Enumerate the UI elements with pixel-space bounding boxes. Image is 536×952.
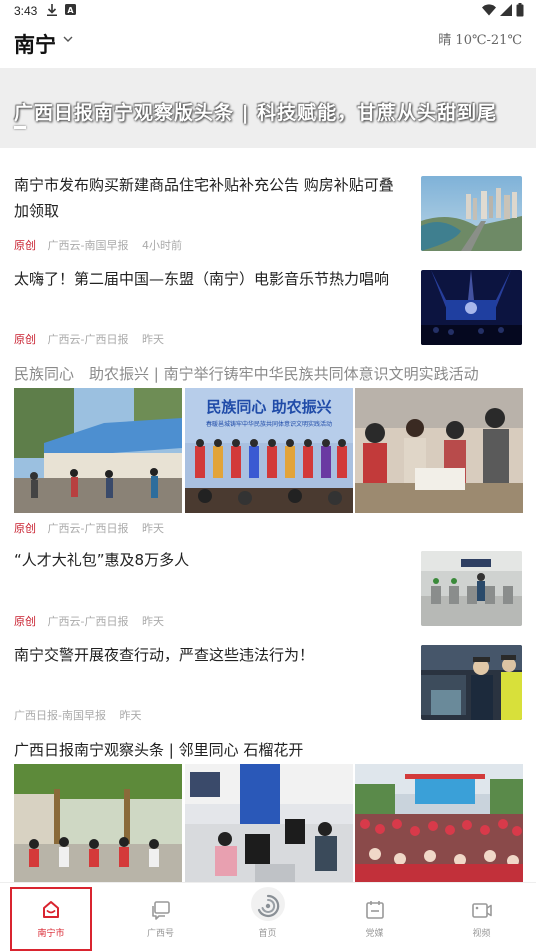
svg-text:A: A — [68, 6, 75, 15]
nav-label: 党媒 — [365, 929, 384, 939]
nav-video[interactable]: 视频 — [428, 883, 535, 952]
nav-label: 视频 — [472, 929, 491, 939]
courtyard-gathering-photo — [14, 764, 182, 889]
news-title: “人才大礼包”惠及8万多人 — [14, 551, 190, 569]
original-tag: 原创 — [14, 239, 36, 252]
news-title: 南宁市发布购买新建商品住宅补贴补充公告 购房补贴可叠 加领取 — [14, 172, 414, 224]
news-source: 广西日报-南国早报 — [14, 709, 106, 722]
news-meta: 原创 广西云-广西日报 昨天 — [14, 520, 164, 536]
news-meta: 原创 广西云-广西日报 昨天 — [14, 613, 164, 629]
chevron-down-icon[interactable] — [62, 33, 74, 45]
news-title: 南宁交警开展夜查行动，严查这些违法行为！ — [14, 646, 315, 664]
nav-label: 南宁市 — [37, 929, 65, 939]
news-item[interactable]: 南宁交警开展夜查行动，严查这些违法行为！ 广西日报-南国早报 昨天 — [0, 640, 536, 730]
news-item[interactable]: 南宁市发布购买新建商品住宅补贴补充公告 购房补贴可叠 加领取 原创 广西云-南国… — [0, 170, 536, 260]
header: 南宁 晴 10℃-21℃ — [0, 24, 536, 64]
news-time: 昨天 — [119, 709, 142, 722]
city-home-icon — [43, 901, 59, 918]
nav-home[interactable]: 首页 — [214, 883, 321, 952]
nav-nanning[interactable]: 南宁市 — [10, 887, 92, 951]
news-time: 昨天 — [141, 615, 164, 628]
bottom-nav: 南宁市 广西号 首页 党媒 视频 — [0, 882, 536, 952]
wifi-icon — [482, 4, 496, 19]
status-bar: 3:43 A — [0, 0, 536, 22]
metro-gates-photo — [421, 551, 522, 626]
calendar-icon — [365, 901, 384, 919]
gallery-banner-text: 民族同心 助农振兴 — [206, 398, 331, 416]
news-source: 广西云-广西日报 — [47, 333, 129, 346]
market-tents-photo — [14, 388, 182, 513]
news-item[interactable]: 太嗨了！第二届中国—东盟（南宁）电影音乐节热力唱响 原创 广西云-广西日报 昨天 — [0, 264, 536, 354]
banner-dash — [14, 126, 26, 129]
download-icon — [47, 3, 58, 19]
nav-party-media[interactable]: 党媒 — [321, 883, 428, 952]
news-title-line: 南宁市发布购买新建商品住宅补贴补充公告 购房补贴可叠 — [14, 176, 394, 194]
news-item[interactable]: “人才大礼包”惠及8万多人 原创 广西云-广西日报 昨天 — [0, 545, 536, 635]
gallery-title: 广西日报南宁观察头条 | 邻里同心 石榴花开 — [14, 741, 304, 759]
news-title-line: 加领取 — [14, 202, 60, 220]
headline-banner[interactable]: 广西日报南宁观察版头条 | 科技赋能，甘蔗从头甜到尾 — [0, 68, 536, 148]
status-time: 3:43 — [14, 4, 38, 18]
chat-cards-icon — [151, 901, 170, 920]
news-meta: 原创 广西云-广西日报 昨天 — [14, 331, 164, 347]
original-tag: 原创 — [14, 522, 36, 535]
news-time: 昨天 — [141, 522, 164, 535]
a-badge-icon: A — [65, 4, 77, 18]
news-meta: 广西日报-南国早报 昨天 — [14, 707, 141, 723]
ethnic-performers-photo: 民族同心 助农振兴 春暖邕城铸牢中华民族共同体意识文明实践活动 — [185, 388, 353, 513]
concert-stage-photo — [421, 270, 522, 345]
news-gallery-item[interactable]: 民族同心 助农振兴 | 南宁举行铸牢中华民族共同体意识文明实践活动 民族同心 助… — [0, 360, 536, 540]
news-time: 昨天 — [141, 333, 164, 346]
news-source: 广西云-广西日报 — [47, 615, 129, 628]
signal-icon — [500, 4, 512, 19]
crowd-stalls-photo — [355, 388, 523, 513]
city-river-photo — [421, 176, 522, 251]
news-title: 太嗨了！第二届中国—东盟（南宁）电影音乐节热力唱响 — [14, 270, 390, 288]
banner-headline: 广西日报南宁观察版头条 | 科技赋能，甘蔗从头甜到尾 — [14, 102, 498, 124]
weather-info: 晴 10℃-21℃ — [438, 33, 522, 48]
news-source: 广西云-广西日报 — [47, 522, 129, 535]
original-tag: 原创 — [14, 615, 36, 628]
city-selector[interactable]: 南宁 — [14, 29, 56, 59]
square-dance-photo — [355, 764, 523, 889]
video-icon — [471, 903, 492, 918]
swirl-logo-icon — [257, 894, 279, 918]
nav-label: 首页 — [258, 929, 277, 939]
news-gallery-item[interactable]: 广西日报南宁观察头条 | 邻里同心 石榴花开 — [0, 737, 536, 889]
battery-icon — [516, 3, 524, 20]
gallery-title: 民族同心 助农振兴 | 南宁举行铸牢中华民族共同体意识文明实践活动 — [14, 365, 479, 383]
nav-guangxi-hao[interactable]: 广西号 — [107, 883, 214, 952]
news-meta: 原创 广西云-南国早报 4小时前 — [14, 237, 182, 253]
gallery-banner-subtitle: 春暖邕城铸牢中华民族共同体意识文明实践活动 — [206, 420, 332, 428]
news-source: 广西云-南国早报 — [47, 239, 129, 252]
original-tag: 原创 — [14, 333, 36, 346]
traffic-police-photo — [421, 645, 522, 720]
news-time: 4小时前 — [141, 239, 182, 252]
nav-label: 广西号 — [146, 929, 174, 939]
service-hall-photo — [185, 764, 353, 889]
